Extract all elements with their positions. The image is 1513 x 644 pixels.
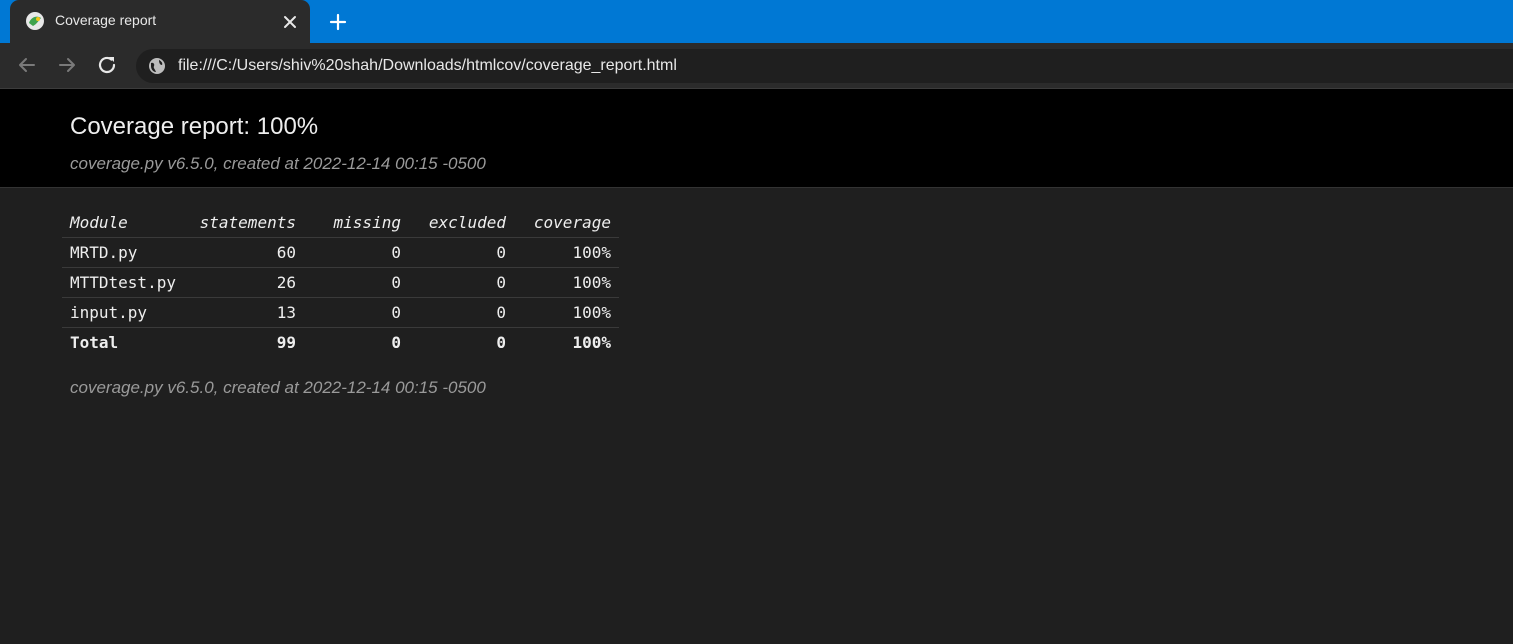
tab-coverage-report[interactable]: Coverage report (10, 0, 310, 43)
column-header-statements[interactable]: statements (183, 208, 304, 238)
new-tab-plus-icon[interactable] (326, 10, 350, 34)
module-cell: MRTD.py (62, 237, 184, 268)
table-row: MRTD.py 60 0 0 100% (62, 237, 619, 268)
coverage-favicon-icon (25, 11, 45, 31)
url-text[interactable]: file:///C:/Users/shiv%20shah/Downloads/h… (178, 57, 677, 75)
footer-created-info: coverage.py v6.5.0, created at 2022-12-1… (70, 378, 486, 397)
tab-strip: Coverage report (0, 0, 1513, 43)
report-header: Coverage report: 100% coverage.py v6.5.0… (0, 89, 1513, 188)
column-header-missing[interactable]: missing (303, 208, 409, 238)
module-link-mttdtest[interactable]: MTTDtest.py (70, 273, 176, 292)
column-header-module[interactable]: Module (62, 208, 184, 238)
address-bar[interactable]: file:///C:/Users/shiv%20shah/Downloads/h… (136, 49, 1513, 83)
total-missing: 0 (391, 333, 401, 352)
browser-toolbar: file:///C:/Users/shiv%20shah/Downloads/h… (0, 43, 1513, 88)
back-arrow-icon[interactable] (15, 53, 39, 77)
coverage-cell: 100% (513, 297, 619, 328)
total-statements: 99 (276, 333, 296, 352)
excluded-cell: 0 (408, 237, 514, 268)
page-title: Coverage report: 100% (70, 113, 319, 140)
globe-icon[interactable] (148, 57, 166, 75)
header-created-info: coverage.py v6.5.0, created at 2022-12-1… (70, 154, 486, 173)
close-tab-icon[interactable] (280, 12, 300, 32)
forward-arrow-icon[interactable] (55, 53, 79, 77)
statements-cell: 60 (183, 237, 304, 268)
table-row: MTTDtest.py 26 0 0 100% (62, 267, 619, 298)
tab-title: Coverage report (55, 12, 157, 28)
excluded-cell: 0 (408, 267, 514, 298)
module-link-mrtd[interactable]: MRTD.py (70, 243, 137, 262)
coverage-table: Module statements missing excluded cover… (62, 208, 619, 357)
missing-cell: 0 (303, 267, 409, 298)
module-link-input[interactable]: input.py (70, 303, 147, 322)
excluded-cell: 0 (408, 297, 514, 328)
table-row: input.py 13 0 0 100% (62, 297, 619, 328)
total-coverage: 100% (572, 333, 611, 352)
reload-icon[interactable] (95, 53, 119, 77)
module-cell: MTTDtest.py (62, 267, 184, 298)
module-cell: input.py (62, 297, 184, 328)
total-label: Total (70, 333, 119, 352)
coverage-cell: 100% (513, 237, 619, 268)
column-header-excluded[interactable]: excluded (408, 208, 514, 238)
total-row: Total 99 0 0 100% (62, 328, 619, 358)
statements-cell: 13 (183, 297, 304, 328)
missing-cell: 0 (303, 237, 409, 268)
column-header-coverage[interactable]: coverage (513, 208, 619, 238)
missing-cell: 0 (303, 297, 409, 328)
table-header-row: Module statements missing excluded cover… (62, 208, 619, 238)
statements-cell: 26 (183, 267, 304, 298)
coverage-cell: 100% (513, 267, 619, 298)
total-excluded: 0 (496, 333, 506, 352)
